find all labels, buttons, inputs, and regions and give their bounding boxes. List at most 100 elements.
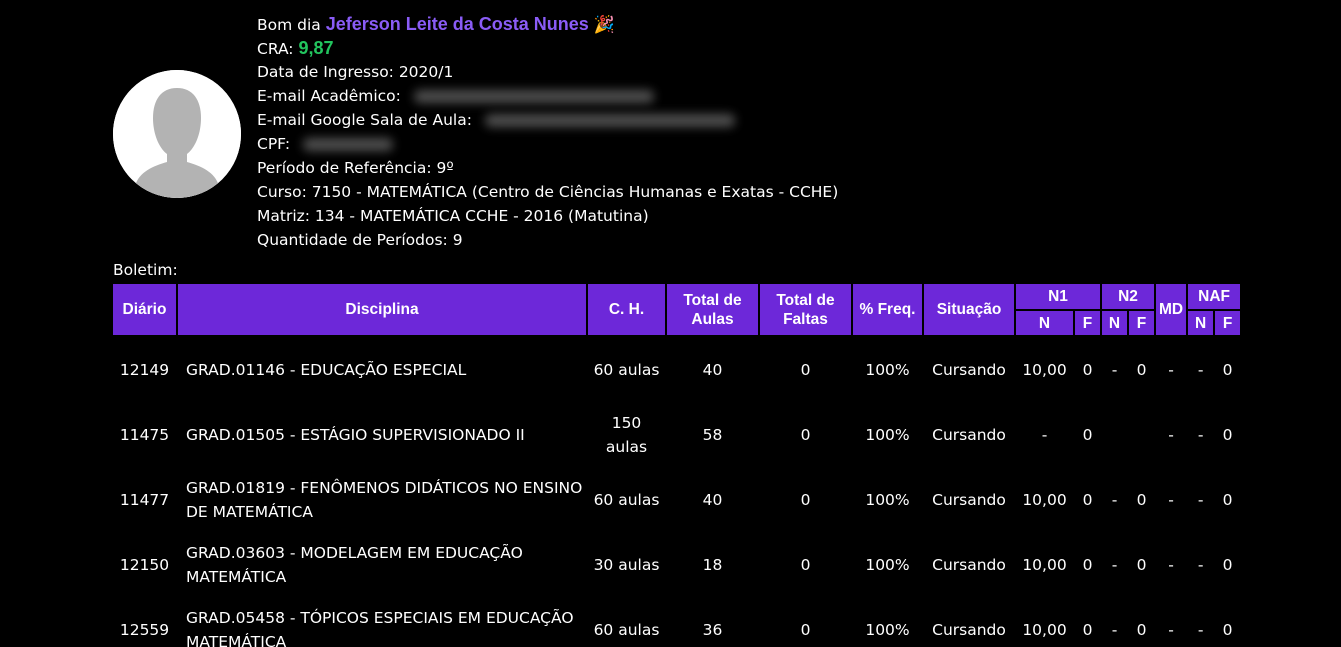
col-header-n2: N2 — [1102, 284, 1154, 311]
cell-situacao: Cursando — [932, 425, 1006, 444]
cell-freq: 100% — [865, 620, 910, 639]
cell-n2-f: 0 — [1136, 490, 1147, 509]
table-row: 12150 GRAD.03603 - MODELAGEM EM EDUCAÇÃO… — [113, 532, 1240, 597]
cell-naf-f: 0 — [1222, 425, 1233, 444]
cell-freq: 100% — [865, 360, 910, 379]
cell-md: - — [1168, 555, 1174, 574]
cell-n1-n: 10,00 — [1022, 555, 1067, 574]
redacted-email-academico — [413, 90, 654, 103]
profile-info: Bom dia Jeferson Leite da Costa Nunes 🎉 … — [257, 12, 838, 252]
col-header-disciplina: Disciplina — [178, 284, 586, 337]
cell-total-faltas: 0 — [800, 425, 811, 444]
cell-total-faltas: 0 — [800, 490, 811, 509]
cell-naf-f: 0 — [1222, 555, 1233, 574]
cell-naf-n: - — [1197, 490, 1204, 509]
cell-situacao: Cursando — [932, 555, 1006, 574]
cell-n1-f: 0 — [1082, 425, 1093, 444]
cell-naf-n: - — [1197, 620, 1204, 639]
cell-n2-f — [1129, 402, 1154, 467]
curso: Curso: 7150 - MATEMÁTICA (Centro de Ciên… — [257, 183, 839, 201]
cell-naf-f: 0 — [1222, 490, 1233, 509]
col-header-naf-f: F — [1215, 311, 1241, 337]
cell-diario: 11475 — [119, 425, 170, 444]
cell-n1-n: 10,00 — [1022, 620, 1067, 639]
cell-disciplina: GRAD.01819 - FENÔMENOS DIDÁTICOS NO ENSI… — [186, 478, 583, 521]
cell-md: - — [1168, 360, 1174, 379]
cell-n1-f: 0 — [1082, 360, 1093, 379]
col-header-md: MD — [1156, 284, 1187, 337]
cra-label: CRA: — [257, 40, 294, 58]
cell-total-faltas: 0 — [800, 620, 811, 639]
email-academico-label: E-mail Acadêmico: — [257, 87, 401, 105]
cell-n2-f: 0 — [1136, 555, 1147, 574]
cell-n2-n: - — [1111, 360, 1118, 379]
cell-n2-n — [1102, 402, 1127, 467]
cell-n1-n: 10,00 — [1022, 360, 1067, 379]
cpf-line: CPF: — [257, 132, 838, 156]
cell-disciplina: GRAD.05458 - TÓPICOS ESPECIAIS EM EDUCAÇ… — [186, 608, 574, 647]
data-ingresso: Data de Ingresso: 2020/1 — [257, 63, 454, 81]
greeting-line: Bom dia Jeferson Leite da Costa Nunes 🎉 — [257, 12, 838, 36]
cell-n1-f: 0 — [1082, 490, 1093, 509]
cell-total-aulas: 18 — [702, 555, 723, 574]
boletim-label: Boletim: — [113, 261, 178, 279]
cpf-label: CPF: — [257, 135, 291, 153]
col-header-diario: Diário — [113, 284, 176, 337]
col-header-n1-n: N — [1016, 311, 1073, 337]
email-google-label: E-mail Google Sala de Aula: — [257, 111, 472, 129]
cell-naf-n: - — [1197, 555, 1204, 574]
cell-naf-f: 0 — [1222, 620, 1233, 639]
table-row: 12149 GRAD.01146 - EDUCAÇÃO ESPECIAL 60 … — [113, 337, 1240, 402]
cell-diario: 12150 — [119, 555, 170, 574]
cell-ch: 60 aulas — [593, 360, 660, 379]
col-header-naf: NAF — [1188, 284, 1241, 311]
cell-naf-n: - — [1197, 360, 1204, 379]
cell-situacao: Cursando — [932, 620, 1006, 639]
cell-total-aulas: 58 — [702, 425, 723, 444]
table-row: 11475 GRAD.01505 - ESTÁGIO SUPERVISIONAD… — [113, 402, 1240, 467]
cra-line: CRA: 9,87 — [257, 36, 838, 60]
cell-disciplina: GRAD.03603 - MODELAGEM EM EDUCAÇÃO MATEM… — [186, 543, 523, 586]
cell-situacao: Cursando — [932, 490, 1006, 509]
cell-md: - — [1168, 425, 1174, 444]
email-academico-line: E-mail Acadêmico: — [257, 84, 838, 108]
email-google-line: E-mail Google Sala de Aula: — [257, 108, 838, 132]
col-header-n2-n: N — [1102, 311, 1127, 337]
cell-n2-f: 0 — [1136, 360, 1147, 379]
cell-diario: 12149 — [119, 360, 170, 379]
col-header-total-faltas: Total de Faltas — [760, 284, 851, 337]
matriz: Matriz: 134 - MATEMÁTICA CCHE - 2016 (Ma… — [257, 207, 649, 225]
cell-n2-n: - — [1111, 555, 1118, 574]
cell-freq: 100% — [865, 425, 910, 444]
cell-ch: 30 aulas — [593, 555, 660, 574]
redacted-cpf — [303, 138, 394, 151]
cell-n1-f: 0 — [1082, 620, 1093, 639]
profile-avatar — [113, 70, 241, 198]
periodo-referencia: Período de Referência: 9º — [257, 159, 454, 177]
cell-total-aulas: 40 — [702, 490, 723, 509]
student-name: Jeferson Leite da Costa Nunes — [325, 14, 589, 34]
user-silhouette-icon — [113, 70, 241, 198]
cell-ch: 60 aulas — [593, 620, 660, 639]
col-header-total-aulas: Total de Aulas — [667, 284, 758, 337]
cra-value: 9,87 — [298, 38, 334, 58]
cell-n1-n: 10,00 — [1022, 490, 1067, 509]
col-header-naf-n: N — [1188, 311, 1214, 337]
cell-n2-n: - — [1111, 490, 1118, 509]
boletim-table: Diário Disciplina C. H. Total de Aulas T… — [111, 284, 1242, 647]
cell-md: - — [1168, 490, 1174, 509]
cell-n1-n: - — [1041, 425, 1048, 444]
cell-n2-n: - — [1111, 620, 1118, 639]
party-popper-icon: 🎉 — [593, 15, 615, 35]
quantidade-periodos: Quantidade de Períodos: 9 — [257, 231, 463, 249]
cell-naf-f: 0 — [1222, 360, 1233, 379]
greeting-text: Bom dia — [257, 16, 321, 34]
col-header-situacao: Situação — [924, 284, 1014, 337]
cell-situacao: Cursando — [932, 360, 1006, 379]
table-row: 12559 GRAD.05458 - TÓPICOS ESPECIAIS EM … — [113, 597, 1240, 647]
cell-ch: 60 aulas — [593, 490, 660, 509]
cell-ch: 150 aulas — [605, 413, 648, 456]
cell-total-aulas: 40 — [702, 360, 723, 379]
cell-total-faltas: 0 — [800, 555, 811, 574]
col-header-ch: C. H. — [588, 284, 665, 337]
